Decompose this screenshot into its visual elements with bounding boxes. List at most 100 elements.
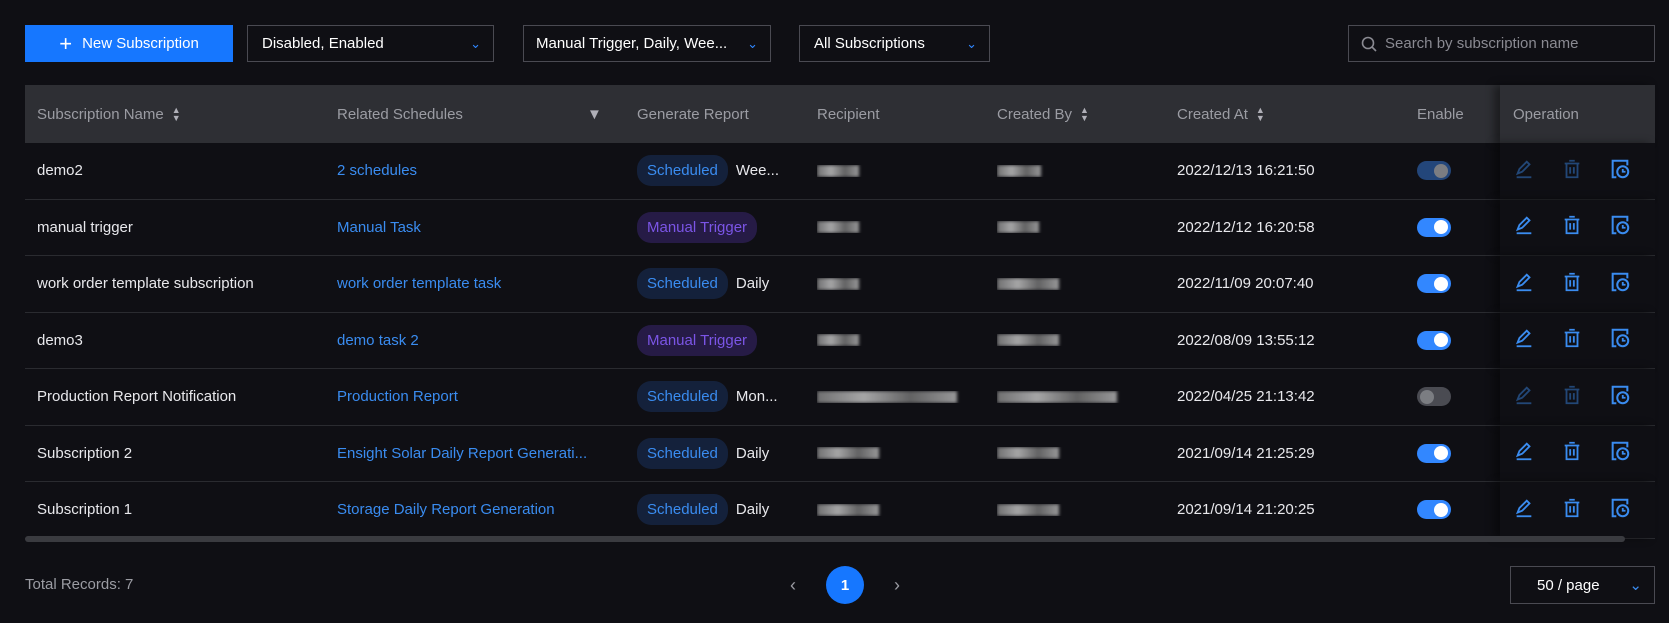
edit-button[interactable] — [1513, 158, 1535, 184]
report-button[interactable] — [1609, 440, 1631, 466]
related-schedule-link[interactable]: Ensight Solar Daily Report Generati... — [337, 445, 617, 462]
toggle-switch[interactable] — [1417, 217, 1451, 237]
new-subscription-button[interactable]: + New Subscription — [25, 25, 233, 62]
trigger-tag: Scheduled — [637, 494, 728, 526]
chevron-down-icon: ⌄ — [1629, 577, 1642, 594]
pagination-bar: Total Records: 7 ‹ 1 › 50 / page ⌄ — [25, 566, 1655, 604]
edit-icon[interactable] — [1513, 271, 1535, 293]
created-by-redacted — [997, 277, 1167, 290]
delete-icon[interactable] — [1561, 384, 1583, 406]
sort-icon[interactable]: ▲ ▼ — [172, 106, 181, 123]
toggle-switch[interactable] — [1417, 161, 1451, 181]
schedule-report-icon[interactable] — [1609, 214, 1631, 236]
col-subscription-name[interactable]: Subscription Name ▲ ▼ — [37, 106, 317, 123]
trigger-tag: Scheduled — [637, 155, 728, 187]
edit-button[interactable] — [1513, 384, 1535, 410]
enable-toggle[interactable] — [1417, 217, 1497, 237]
next-page-icon[interactable]: › — [894, 575, 900, 596]
delete-icon[interactable] — [1561, 497, 1583, 519]
enable-toggle[interactable] — [1417, 387, 1497, 407]
table-row: Production Report Notification Productio… — [25, 369, 1655, 426]
status-filter-select[interactable]: Disabled, Enabled ⌄ — [247, 25, 494, 62]
plus-icon: + — [59, 30, 73, 56]
col-created-at[interactable]: Created At ▲ ▼ — [1177, 106, 1397, 123]
toggle-switch[interactable] — [1417, 443, 1451, 463]
delete-button[interactable] — [1561, 327, 1583, 353]
trigger-tag: Manual Trigger — [637, 211, 758, 243]
recipient-redacted — [817, 503, 987, 516]
edit-icon[interactable] — [1513, 384, 1535, 406]
delete-button[interactable] — [1561, 497, 1583, 523]
enable-toggle[interactable] — [1417, 274, 1497, 294]
delete-button[interactable] — [1561, 214, 1583, 240]
toggle-switch[interactable] — [1417, 274, 1451, 294]
page-1-button[interactable]: 1 — [826, 566, 864, 604]
related-schedule-link[interactable]: Manual Task — [337, 219, 617, 236]
generate-report: Scheduled Daily — [637, 437, 827, 469]
page-size-select[interactable]: 50 / page ⌄ — [1510, 566, 1655, 604]
delete-icon[interactable] — [1561, 440, 1583, 462]
edit-icon[interactable] — [1513, 440, 1535, 462]
report-button[interactable] — [1609, 214, 1631, 240]
enable-toggle[interactable] — [1417, 161, 1497, 181]
delete-icon[interactable] — [1561, 214, 1583, 236]
edit-icon[interactable] — [1513, 327, 1535, 349]
edit-button[interactable] — [1513, 214, 1535, 240]
schedule-report-icon[interactable] — [1609, 158, 1631, 180]
related-schedule-link[interactable]: 2 schedules — [337, 162, 617, 179]
generate-report: Scheduled Daily — [637, 494, 827, 526]
related-schedule-link[interactable]: Production Report — [337, 388, 617, 405]
subscription-name: demo3 — [37, 331, 83, 349]
delete-button[interactable] — [1561, 440, 1583, 466]
created-by-redacted — [997, 503, 1167, 516]
search-input[interactable]: Search by subscription name — [1348, 25, 1655, 62]
trigger-filter-select[interactable]: Manual Trigger, Daily, Wee... ⌄ — [523, 25, 771, 62]
enable-toggle[interactable] — [1417, 500, 1497, 520]
delete-button[interactable] — [1561, 158, 1583, 184]
scope-filter-select[interactable]: All Subscriptions ⌄ — [799, 25, 990, 62]
filter-icon[interactable]: ▼ — [587, 106, 602, 123]
enable-toggle[interactable] — [1417, 330, 1497, 350]
delete-button[interactable] — [1561, 271, 1583, 297]
schedule-report-icon[interactable] — [1609, 327, 1631, 349]
report-button[interactable] — [1609, 158, 1631, 184]
schedule-report-icon[interactable] — [1609, 497, 1631, 519]
sort-icon[interactable]: ▲ ▼ — [1080, 106, 1089, 123]
edit-button[interactable] — [1513, 497, 1535, 523]
delete-icon[interactable] — [1561, 271, 1583, 293]
operations — [1513, 214, 1653, 240]
schedule-report-icon[interactable] — [1609, 271, 1631, 293]
report-button[interactable] — [1609, 497, 1631, 523]
col-recipient: Recipient — [817, 105, 880, 123]
created-by-redacted — [997, 221, 1167, 234]
delete-button[interactable] — [1561, 384, 1583, 410]
toggle-switch[interactable] — [1417, 330, 1451, 350]
edit-icon[interactable] — [1513, 158, 1535, 180]
prev-page-icon[interactable]: ‹ — [790, 575, 796, 596]
delete-icon[interactable] — [1561, 158, 1583, 180]
edit-button[interactable] — [1513, 440, 1535, 466]
enable-toggle[interactable] — [1417, 443, 1497, 463]
horizontal-scrollbar[interactable] — [25, 536, 1625, 542]
recipient-redacted — [817, 277, 987, 290]
delete-icon[interactable] — [1561, 327, 1583, 349]
report-button[interactable] — [1609, 271, 1631, 297]
edit-button[interactable] — [1513, 327, 1535, 353]
edit-button[interactable] — [1513, 271, 1535, 297]
recipient-redacted — [817, 164, 987, 177]
toggle-switch[interactable] — [1417, 500, 1451, 520]
related-schedule-link[interactable]: work order template task — [337, 275, 617, 292]
search-icon — [1361, 36, 1377, 52]
col-created-by[interactable]: Created By ▲ ▼ — [997, 106, 1167, 123]
report-button[interactable] — [1609, 384, 1631, 410]
edit-icon[interactable] — [1513, 214, 1535, 236]
schedule-report-icon[interactable] — [1609, 440, 1631, 462]
sort-icon[interactable]: ▲ ▼ — [1256, 106, 1265, 123]
toggle-switch[interactable] — [1417, 387, 1451, 407]
related-schedule-link[interactable]: Storage Daily Report Generation — [337, 501, 617, 518]
report-button[interactable] — [1609, 327, 1631, 353]
related-schedule-link[interactable]: demo task 2 — [337, 332, 617, 349]
edit-icon[interactable] — [1513, 497, 1535, 519]
schedule-report-icon[interactable] — [1609, 384, 1631, 406]
recipient-redacted — [817, 447, 987, 460]
